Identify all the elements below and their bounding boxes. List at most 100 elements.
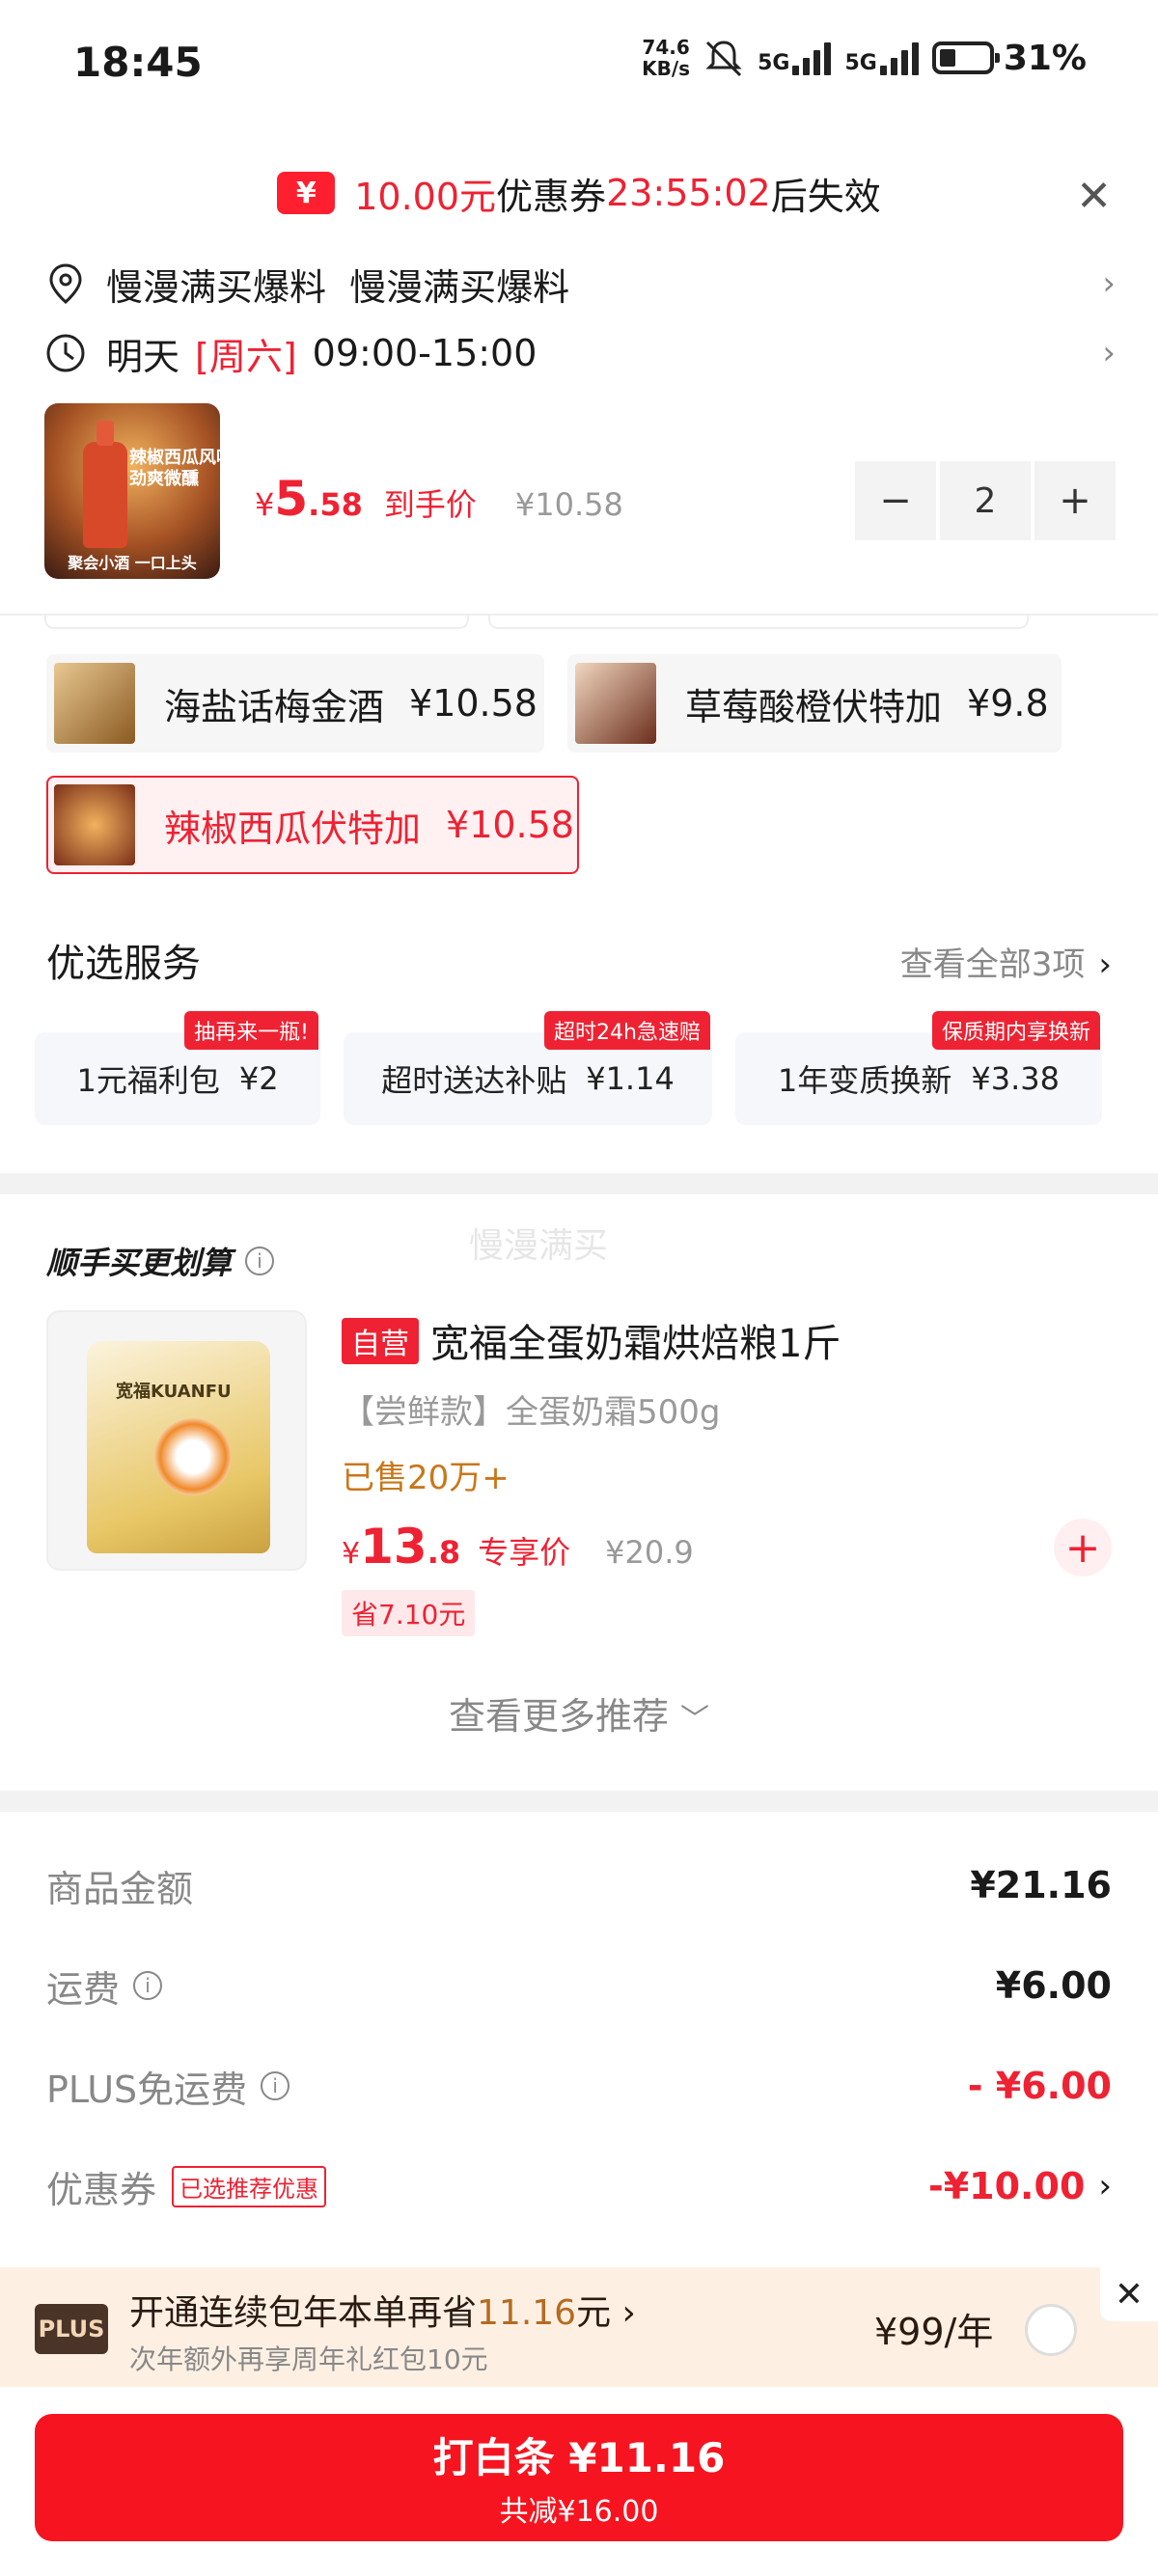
service-price: ¥2 bbox=[238, 1060, 279, 1097]
price-decimal: .58 bbox=[308, 486, 363, 523]
coupon-countdown: 23:55:02 bbox=[606, 172, 771, 214]
recommend-title-text: 顺手买更划算 bbox=[46, 1245, 233, 1281]
network-speed: 74.6 KB/s bbox=[642, 37, 690, 79]
bag-brand-text: 宽福KUANFU bbox=[116, 1382, 232, 1402]
pay-button[interactable]: 打白条 ¥11.16 共减¥16.00 bbox=[35, 2414, 1123, 2541]
shipping-value: ¥6.00 bbox=[995, 1964, 1112, 2007]
chevron-down-icon: ﹀ bbox=[680, 1703, 710, 1737]
coupon-value: -¥10.00 bbox=[927, 2165, 1086, 2207]
variant-chip-partial[interactable] bbox=[44, 616, 469, 629]
savings-badge: 省7.10元 bbox=[342, 1590, 476, 1636]
variant-chip[interactable]: 海盐话梅金酒 ¥10.58 bbox=[46, 654, 544, 753]
recommend-price: ¥ 13 .8 专享价 ¥20.9 bbox=[342, 1519, 694, 1575]
signal-1-label: 5G bbox=[758, 51, 790, 75]
plus-free-shipping-label-text: PLUS免运费 bbox=[46, 2068, 248, 2111]
section-separator bbox=[0, 1173, 1158, 1194]
status-time: 18:45 bbox=[73, 39, 203, 86]
product-image: 辣椒西瓜风味 劲爽微醺 聚会小酒 一口上头 bbox=[44, 403, 220, 579]
battery-percent: 31% bbox=[1003, 38, 1087, 78]
service-tag: 抽再来一瓶! bbox=[184, 1011, 318, 1050]
battery: 31% bbox=[931, 38, 1087, 78]
service-option[interactable]: 抽再来一瓶! 1元福利包 ¥2 bbox=[35, 1011, 320, 1125]
location-pin-icon bbox=[44, 262, 87, 305]
service-name: 超时送达补贴 bbox=[381, 1062, 567, 1099]
info-icon[interactable]: i bbox=[133, 1971, 163, 2000]
plus-select-radio[interactable] bbox=[1025, 2304, 1077, 2356]
address-row[interactable]: 慢漫满买爆料 慢漫满买爆料 › bbox=[44, 255, 1116, 313]
info-icon[interactable]: i bbox=[245, 1247, 275, 1275]
more-recommendations-link[interactable]: 查看更多推荐 ﹀ bbox=[0, 1686, 1158, 1740]
service-option[interactable]: 保质期内享换新 1年变质换新 ¥3.38 bbox=[735, 1011, 1102, 1125]
chevron-right-icon: › bbox=[1102, 334, 1116, 372]
add-to-cart-button[interactable]: + bbox=[1054, 1519, 1112, 1576]
price-decimal: .8 bbox=[427, 1534, 461, 1571]
coupon-icon: ¥ bbox=[277, 172, 336, 214]
service-price: ¥3.38 bbox=[971, 1060, 1060, 1097]
quantity-stepper: − 2 + bbox=[855, 461, 1116, 540]
self-operated-badge: 自营 bbox=[342, 1318, 419, 1364]
price-integer: 5 bbox=[274, 471, 309, 527]
more-recommendations-label: 查看更多推荐 bbox=[448, 1695, 669, 1738]
variant-price: ¥9.8 bbox=[967, 682, 1049, 725]
quantity-value[interactable]: 2 bbox=[940, 461, 1031, 540]
network-speed-value: 74.6 bbox=[642, 36, 690, 59]
close-icon[interactable]: ✕ bbox=[1076, 172, 1112, 221]
service-option[interactable]: 超时24h急速赔 超时送达补贴 ¥1.14 bbox=[344, 1011, 712, 1125]
variant-chip[interactable]: 草莓酸橙伏特加 ¥9.8 bbox=[567, 654, 1062, 753]
view-all-services-link[interactable]: 查看全部3项 › bbox=[900, 938, 1112, 985]
recommend-product-name[interactable]: 宽福全蛋奶霜烘焙粮1斤 bbox=[430, 1312, 841, 1368]
chevron-right-icon: › bbox=[621, 2293, 636, 2333]
cat-graphic bbox=[154, 1418, 232, 1495]
signal-1: 5G bbox=[758, 41, 832, 75]
recommend-sold-count: 已售20万+ bbox=[342, 1459, 510, 1497]
pay-button-discount: 共减¥16.00 bbox=[499, 2495, 659, 2529]
plus-offer-unit: 元 bbox=[576, 2293, 612, 2333]
variant-chip-selected[interactable]: 辣椒西瓜伏特加 ¥10.58 bbox=[46, 776, 579, 874]
service-name: 1元福利包 bbox=[76, 1062, 220, 1099]
variant-thumbnail bbox=[575, 663, 656, 744]
coupon-label: 优惠券 已选推荐优惠 bbox=[46, 2160, 327, 2213]
bell-muted-icon bbox=[705, 41, 742, 77]
close-icon[interactable]: ✕ bbox=[1100, 2267, 1158, 2321]
section-separator bbox=[0, 1791, 1158, 1812]
price-integer: 13 bbox=[360, 1519, 427, 1575]
recommended-coupon-tag: 已选推荐优惠 bbox=[172, 2165, 327, 2207]
recommend-product-image[interactable]: 宽福KUANFU bbox=[46, 1310, 307, 1571]
signal-2-label: 5G bbox=[844, 51, 877, 75]
clock-icon bbox=[44, 332, 87, 374]
goods-amount-label: 商品金额 bbox=[46, 1867, 194, 1910]
chevron-right-icon: › bbox=[1098, 945, 1112, 984]
increase-button[interactable]: + bbox=[1034, 461, 1116, 540]
chevron-right-icon: › bbox=[1102, 264, 1116, 303]
view-all-label: 查看全部3项 bbox=[899, 945, 1086, 984]
price-yen: ¥ bbox=[342, 1537, 361, 1571]
bottle-graphic bbox=[83, 421, 127, 548]
plus-offer-text-a: 开通连续包年本单再省 bbox=[129, 2293, 478, 2333]
variant-price: ¥10.58 bbox=[446, 804, 574, 846]
shipping-row: 运费 i ¥6.00 bbox=[46, 1957, 1112, 2014]
service-tag: 超时24h急速赔 bbox=[544, 1011, 710, 1050]
product-image-text: 辣椒西瓜风味 劲爽微醺 bbox=[129, 448, 220, 489]
decrease-button[interactable]: − bbox=[855, 461, 936, 540]
plus-offer-amount: 11.16 bbox=[477, 2293, 577, 2333]
info-icon[interactable]: i bbox=[261, 2071, 290, 2100]
plus-free-shipping-label: PLUS免运费 i bbox=[46, 2060, 290, 2113]
plus-free-shipping-row: PLUS免运费 i - ¥6.00 bbox=[46, 2057, 1112, 2115]
battery-icon bbox=[931, 41, 1000, 74]
chevron-right-icon: › bbox=[1098, 2167, 1112, 2206]
status-bar: 18:45 74.6 KB/s 5G 5G 31% bbox=[0, 0, 1158, 131]
signal-1-bars-icon bbox=[792, 41, 832, 75]
variant-chip-partial[interactable] bbox=[488, 616, 1029, 629]
coupon-row[interactable]: 优惠券 已选推荐优惠 -¥10.00 › bbox=[46, 2157, 1112, 2215]
recommend-product-spec: 【尝鲜款】全蛋奶霜500g bbox=[342, 1393, 721, 1432]
plus-offer-text[interactable]: 开通连续包年本单再省11.16元 › bbox=[129, 2285, 636, 2335]
network-speed-unit: KB/s bbox=[642, 57, 691, 80]
shipping-label-text: 运费 bbox=[46, 1967, 121, 2011]
goods-amount-value: ¥21.16 bbox=[970, 1864, 1112, 1906]
delivery-time-row[interactable]: 明天 [周六] 09:00-15:00 › bbox=[44, 324, 1116, 382]
service-price: ¥1.14 bbox=[586, 1060, 675, 1097]
variant-name: 辣椒西瓜伏特加 bbox=[164, 807, 422, 850]
plus-logo: PLUS bbox=[35, 2304, 108, 2354]
delivery-day: 明天 bbox=[106, 335, 180, 378]
service-tag: 保质期内享换新 bbox=[931, 1011, 1100, 1050]
